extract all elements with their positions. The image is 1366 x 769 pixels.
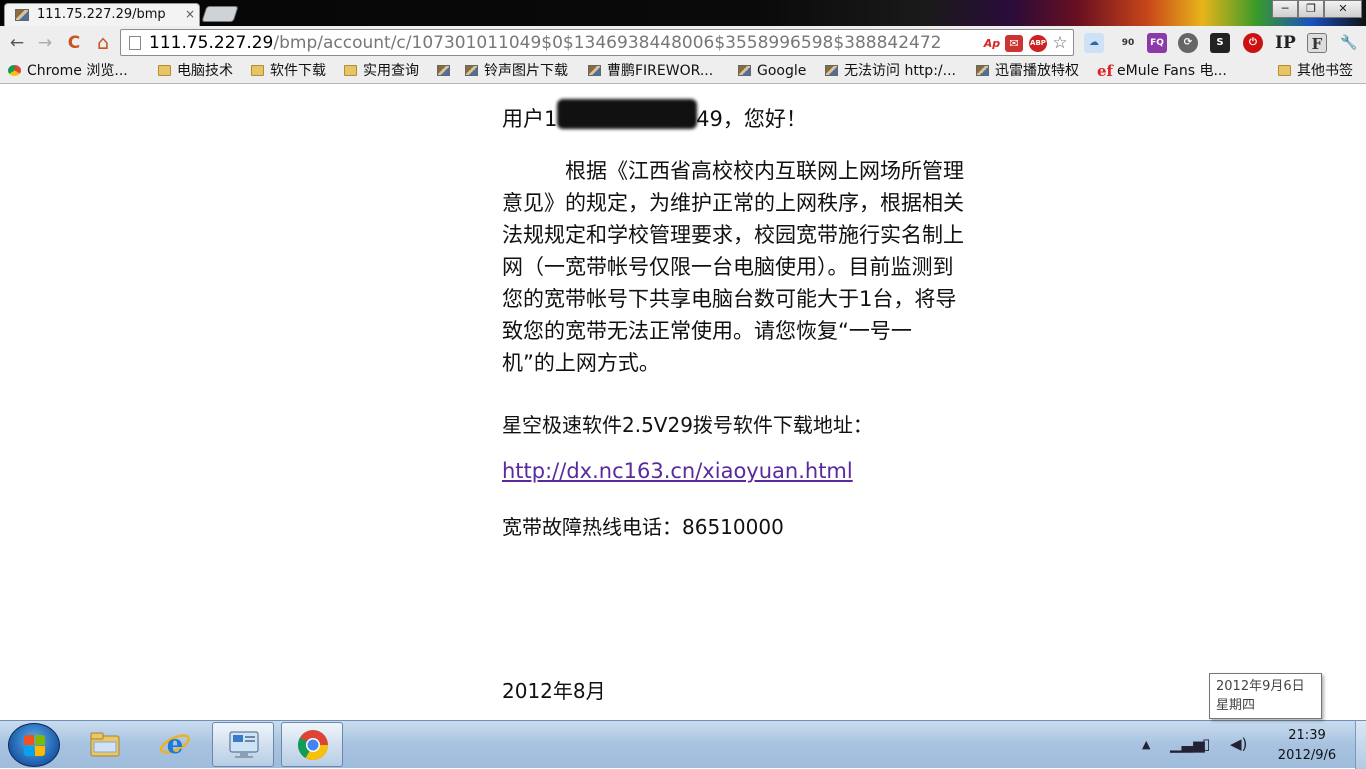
bookmark-unnamed[interactable] xyxy=(437,62,456,81)
bookmark-chrome[interactable]: Chrome 浏览... xyxy=(8,62,128,81)
tab-title: 111.75.227.29/bmp xyxy=(37,7,166,22)
bookmark-folder-software[interactable]: 软件下载 xyxy=(251,62,326,81)
page-icon xyxy=(129,36,141,50)
home-button[interactable]: ⌂ xyxy=(92,32,114,54)
address-url[interactable]: 111.75.227.29/bmp/account/c/107301011049… xyxy=(149,33,979,53)
bookmark-google[interactable]: Google xyxy=(738,62,806,81)
bookmark-emule[interactable]: ef eMule Fans 电... xyxy=(1097,62,1227,81)
emule-fans-icon: ef xyxy=(1097,62,1113,80)
tooltip-date: 2012年9月6日 xyxy=(1216,679,1305,694)
star-bookmark-icon[interactable]: ☆ xyxy=(1051,35,1069,52)
clock-date: 2012/9/6 xyxy=(1277,748,1337,763)
sync-extension-icon[interactable]: ⟳ xyxy=(1178,33,1198,53)
acrobat-icon[interactable]: Ap xyxy=(983,35,1001,52)
reload-button[interactable]: C xyxy=(63,32,85,54)
adblock-icon[interactable]: ABP xyxy=(1029,35,1047,52)
back-button[interactable]: ← xyxy=(6,32,28,54)
bookmark-folder-query[interactable]: 实用查询 xyxy=(344,62,419,81)
chrome-icon xyxy=(297,730,328,761)
notice-date: 2012年8月 xyxy=(502,679,606,703)
chrome-icon xyxy=(8,65,21,76)
network-icon[interactable]: ▁▃▅ xyxy=(1170,735,1205,753)
taskbar-chrome[interactable] xyxy=(281,722,343,767)
svg-text:e: e xyxy=(167,730,184,760)
download-link[interactable]: http://dx.nc163.cn/xiaoyuan.html xyxy=(502,459,853,483)
bookmark-page-icon xyxy=(825,65,838,76)
bookmark-page-icon xyxy=(437,65,450,76)
browser-titlebar: 111.75.227.29/bmp × ─ ❐ ✕ xyxy=(0,0,1366,26)
show-hidden-icons-icon[interactable]: ▲ xyxy=(1142,738,1150,751)
forward-button[interactable]: → xyxy=(34,32,56,54)
internet-explorer-icon: e xyxy=(159,730,191,760)
restore-button[interactable]: ❐ xyxy=(1298,0,1324,18)
tab-active[interactable]: 111.75.227.29/bmp × xyxy=(4,3,200,26)
bookmark-ringtones[interactable]: 铃声图片下载 xyxy=(465,62,568,81)
folder-icon xyxy=(1278,65,1291,76)
clock-time: 21:39 xyxy=(1288,728,1326,743)
notice-line: 网（一宽带帐号仅限一台电脑使用）。目前监测到 xyxy=(502,255,954,279)
notice-line: 机”的上网方式。 xyxy=(502,351,660,375)
bookmark-unreachable[interactable]: 无法访问 http:/... xyxy=(825,62,956,81)
page-favicon-icon xyxy=(15,9,29,21)
taskbar-clock[interactable]: 21:39 2012/9/6 xyxy=(1262,726,1352,766)
mail-icon[interactable]: ✉ xyxy=(1005,35,1023,52)
tooltip-weekday: 星期四 xyxy=(1216,698,1256,713)
notice-line: 您的宽带帐号下共享电脑台数可能大于1台，将导 xyxy=(502,287,957,311)
notice-line: 意见》的规定，为维护正常的上网秩序，根据相关 xyxy=(502,191,964,215)
folder-icon xyxy=(251,65,264,76)
volume-icon[interactable]: ◀) xyxy=(1230,735,1247,753)
f-extension-icon[interactable]: F xyxy=(1307,33,1327,53)
redaction-mark xyxy=(557,99,697,129)
tab-close-icon[interactable]: × xyxy=(185,7,195,21)
start-button[interactable] xyxy=(8,723,60,767)
ip-extension-icon[interactable]: IP xyxy=(1275,33,1296,53)
bookmark-caopeng[interactable]: 曹鹏FIREWOR... xyxy=(588,62,713,81)
new-tab-button[interactable] xyxy=(201,6,239,22)
bookmarks-bar: Chrome 浏览... 电脑技术 软件下载 实用查询 铃声图片下载 曹鹏FIR… xyxy=(0,59,1366,84)
power-extension-icon[interactable]: ⏻ xyxy=(1243,33,1263,53)
power-icon[interactable]: ▯ xyxy=(1202,735,1210,753)
bookmark-page-icon xyxy=(588,65,601,76)
weather-extension-icon[interactable]: ☁ xyxy=(1084,33,1104,53)
fq-extension-icon[interactable]: FQ xyxy=(1147,33,1167,53)
wrench-menu-icon[interactable]: 🔧 xyxy=(1339,33,1359,53)
bookmark-page-icon xyxy=(738,65,751,76)
folder-icon xyxy=(344,65,357,76)
taskbar-ie[interactable]: e xyxy=(144,722,206,767)
date-tooltip: 2012年9月6日 星期四 xyxy=(1209,673,1322,719)
counter-extension-icon[interactable]: 90 xyxy=(1118,33,1138,53)
close-window-button[interactable]: ✕ xyxy=(1324,0,1362,18)
notice-line: 根据《江西省高校校内互联网上网场所管理 xyxy=(502,159,964,183)
show-desktop-button[interactable] xyxy=(1355,721,1366,769)
bookmark-folder-computer-tech[interactable]: 电脑技术 xyxy=(158,62,233,81)
bookmark-page-icon xyxy=(465,65,478,76)
bookmark-page-icon xyxy=(976,65,989,76)
folder-icon xyxy=(90,732,120,757)
hotline-text: 宽带故障热线电话：86510000 xyxy=(502,515,784,539)
notice-line: 致您的宽带无法正常使用。请您恢复“一号一 xyxy=(502,319,912,343)
other-bookmarks[interactable]: 其他书签 xyxy=(1278,62,1353,81)
address-bar[interactable]: 111.75.227.29/bmp/account/c/107301011049… xyxy=(120,29,1074,56)
software-label: 星空极速软件2.5V29拨号软件下载地址： xyxy=(502,413,873,437)
notice-paragraph: 根据《江西省高校校内互联网上网场所管理 意见》的规定，为维护正常的上网秩序，根据… xyxy=(502,155,1057,379)
folder-icon xyxy=(158,65,171,76)
browser-toolbar: ← → C ⌂ 111.75.227.29/bmp/account/c/1073… xyxy=(0,26,1366,59)
notice-line: 法规规定和学校管理要求，校园宽带施行实名制上 xyxy=(502,223,964,247)
taskbar-remote-desktop[interactable] xyxy=(212,722,274,767)
bookmark-xunlei[interactable]: 迅雷播放特权 xyxy=(976,62,1079,81)
windows-taskbar: e ▲ ▁▃▅ ▯ ◀) 21:39 2012/9/6 xyxy=(0,720,1366,769)
minimize-button[interactable]: ─ xyxy=(1272,0,1298,18)
s-extension-icon[interactable]: S xyxy=(1210,33,1230,53)
taskbar-explorer[interactable] xyxy=(74,722,136,767)
windows-logo-icon xyxy=(24,735,46,757)
remote-desktop-icon xyxy=(229,731,259,758)
page-content: 用户1 1049，您好！ 根据《江西省高校校内互联网上网场所管理 意见》的规定，为… xyxy=(0,85,1366,720)
